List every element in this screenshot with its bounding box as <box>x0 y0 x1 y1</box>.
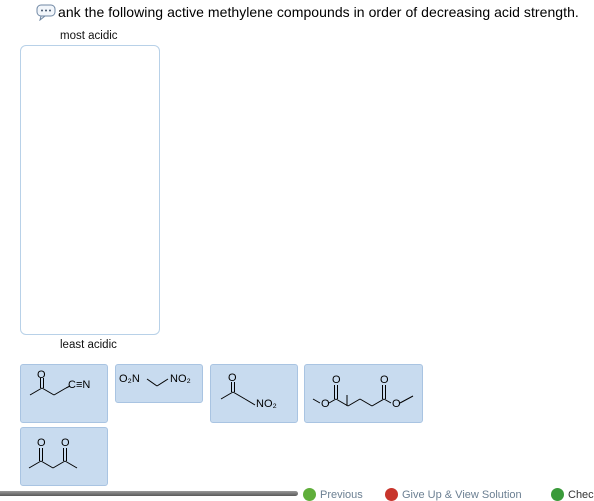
tile-acetoacetonitrile[interactable]: O C≡N <box>20 364 108 423</box>
carbonyl-oxygen-label: O <box>228 372 237 384</box>
dimethyl-malonate-structure: O O O O <box>312 374 414 410</box>
previous-button[interactable]: Previous <box>303 488 363 501</box>
tile-acetylacetone[interactable]: O O <box>20 427 108 486</box>
question-header: ank the following active methylene compo… <box>36 3 579 21</box>
ranking-drop-zone[interactable] <box>20 45 160 335</box>
right-nitro-label: NO₂ <box>170 373 191 385</box>
acetylacetone-structure: O O <box>28 437 78 469</box>
progress-bar <box>0 491 298 496</box>
carbonyl-oxygen-label: O <box>37 369 46 381</box>
nitro-label: NO₂ <box>256 398 277 410</box>
dinitromethane-structure: O₂N NO₂ <box>119 373 191 387</box>
carbonyl-oxygen-left-label: O <box>332 374 341 386</box>
carbonyl-oxygen-right-label: O <box>380 374 389 386</box>
carbonyl-oxygen-right-label: O <box>61 437 70 449</box>
ester-oxygen-left-label: O <box>321 398 330 410</box>
tile-nitroacetone[interactable]: O NO₂ <box>210 364 298 423</box>
nitroacetone-structure: O NO₂ <box>220 372 277 410</box>
speech-bubble-icon[interactable] <box>36 4 57 21</box>
check-icon <box>551 488 564 501</box>
least-acidic-label: least acidic <box>60 339 117 351</box>
question-text: ank the following active methylene compo… <box>58 4 579 20</box>
ester-oxygen-right-label: O <box>392 398 401 410</box>
nitrile-label: C≡N <box>68 379 90 391</box>
tile-dinitromethane[interactable]: O₂N NO₂ <box>115 364 203 403</box>
left-nitro-label: O₂N <box>119 373 140 385</box>
acetoacetonitrile-structure: O C≡N <box>29 369 90 396</box>
previous-icon <box>303 488 316 501</box>
check-button[interactable]: Chec <box>551 488 594 501</box>
carbonyl-oxygen-left-label: O <box>37 437 46 449</box>
tile-dimethyl-malonate[interactable]: O O O O <box>304 364 423 423</box>
most-acidic-label: most acidic <box>60 30 118 42</box>
give-up-button[interactable]: Give Up & View Solution <box>385 488 522 501</box>
give-up-icon <box>385 488 398 501</box>
